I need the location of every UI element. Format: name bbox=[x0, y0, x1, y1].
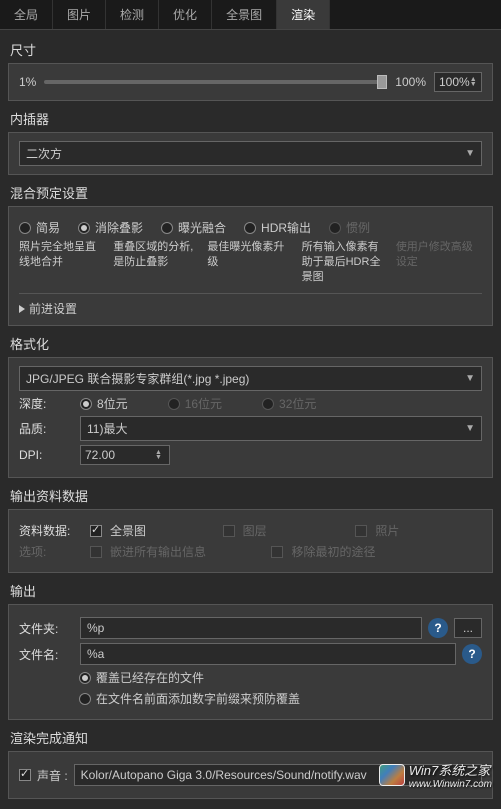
sound-checkbox[interactable] bbox=[19, 769, 31, 781]
check-panorama[interactable]: 全景图 bbox=[90, 522, 217, 539]
chevron-down-icon: ▼ bbox=[465, 423, 475, 434]
blend-opt-simple[interactable]: 简易 bbox=[19, 219, 60, 236]
quality-label: 品质: bbox=[19, 420, 74, 437]
blend-opt-custom: 惯例 bbox=[329, 219, 370, 236]
blend-panel: 简易 消除叠影 曝光融合 HDR输出 惯例 照片完全地呈直线地合并 重叠区域的分… bbox=[8, 206, 493, 326]
size-panel: 1% 100% 100% ▲▼ bbox=[8, 63, 493, 101]
size-min: 1% bbox=[19, 75, 36, 89]
data-label: 资料数据: bbox=[19, 522, 84, 539]
format-title: 格式化 bbox=[8, 328, 493, 357]
filename-help-icon[interactable]: ? bbox=[462, 644, 482, 664]
size-max: 100% bbox=[395, 75, 426, 89]
size-slider[interactable] bbox=[44, 80, 387, 84]
dpi-label: DPI: bbox=[19, 448, 74, 462]
folder-field[interactable]: %p bbox=[80, 617, 422, 639]
tab-bar: 全局 图片 检测 优化 全景图 渲染 bbox=[0, 0, 501, 30]
output-title: 输出 bbox=[8, 575, 493, 604]
chevron-down-icon: ▼ bbox=[465, 148, 475, 159]
blend-desc-1: 重叠区域的分析, 是防止叠影 bbox=[113, 240, 199, 285]
check-photos: 照片 bbox=[355, 522, 482, 539]
blend-title: 混合预定设置 bbox=[8, 177, 493, 206]
blend-desc-0: 照片完全地呈直线地合并 bbox=[19, 240, 105, 285]
blend-opt-hdr[interactable]: HDR输出 bbox=[244, 219, 311, 236]
options-label: 选项: bbox=[19, 543, 84, 560]
interp-panel: 二次方▼ bbox=[8, 132, 493, 175]
filename-label: 文件名: bbox=[19, 646, 74, 663]
tab-panorama[interactable]: 全景图 bbox=[212, 0, 277, 29]
check-embed: 嵌进所有输出信息 bbox=[90, 543, 265, 560]
blend-opt-antighost[interactable]: 消除叠影 bbox=[78, 219, 143, 236]
notify-panel: 声音 : Kolor/Autopano Giga 3.0/Resources/S… bbox=[8, 751, 493, 799]
watermark: Win7系统之家 www.Winwin7.com bbox=[379, 760, 492, 790]
tab-image[interactable]: 图片 bbox=[53, 0, 106, 29]
tab-detect[interactable]: 检测 bbox=[106, 0, 159, 29]
depth-8[interactable]: 8位元 bbox=[80, 395, 128, 412]
triangle-right-icon bbox=[19, 305, 25, 313]
folder-help-icon[interactable]: ? bbox=[428, 618, 448, 638]
opt-overwrite[interactable]: 覆盖已经存在的文件 bbox=[79, 669, 204, 686]
outputdata-panel: 资料数据: 全景图 图层 照片 选项: 嵌进所有输出信息 移除最初的途径 bbox=[8, 509, 493, 573]
depth-16: 16位元 bbox=[168, 395, 222, 412]
chevron-down-icon: ▼ bbox=[465, 373, 475, 384]
folder-browse-button[interactable]: ... bbox=[454, 618, 482, 638]
interp-select[interactable]: 二次方▼ bbox=[19, 141, 482, 166]
output-panel: 文件夹: %p ? ... 文件名: %a ? 覆盖已经存在的文件 在文件名前面… bbox=[8, 604, 493, 720]
windows-logo-icon bbox=[379, 764, 405, 786]
opt-prefix[interactable]: 在文件名前面添加数字前缀来预防覆盖 bbox=[79, 690, 300, 707]
blend-desc-3: 所有输入像素有助于最后HDR全景图 bbox=[302, 240, 388, 285]
check-layers: 图层 bbox=[223, 522, 350, 539]
blend-advanced[interactable]: 前进设置 bbox=[19, 302, 77, 316]
sound-label: 声音 : bbox=[37, 767, 68, 784]
blend-opt-exposure[interactable]: 曝光融合 bbox=[161, 219, 226, 236]
size-spinbox[interactable]: 100% ▲▼ bbox=[434, 72, 482, 92]
interp-title: 内插器 bbox=[8, 103, 493, 132]
folder-label: 文件夹: bbox=[19, 620, 74, 637]
size-title: 尺寸 bbox=[8, 34, 493, 63]
depth-32: 32位元 bbox=[262, 395, 316, 412]
notify-title: 渲染完成通知 bbox=[8, 722, 493, 751]
check-remove: 移除最初的途径 bbox=[271, 543, 482, 560]
blend-desc-2: 最佳曝光像素升级 bbox=[207, 240, 293, 285]
blend-desc-4: 使用户修改高级设定 bbox=[396, 240, 482, 285]
depth-label: 深度: bbox=[19, 395, 74, 412]
filename-field[interactable]: %a bbox=[80, 643, 456, 665]
format-panel: JPG/JPEG 联合摄影专家群组(*.jpg *.jpeg)▼ 深度: 8位元… bbox=[8, 357, 493, 478]
tab-global[interactable]: 全局 bbox=[0, 0, 53, 29]
dpi-spinbox[interactable]: 72.00 ▲▼ bbox=[80, 445, 170, 465]
tab-optimize[interactable]: 优化 bbox=[159, 0, 212, 29]
outputdata-title: 输出资料数据 bbox=[8, 480, 493, 509]
format-select[interactable]: JPG/JPEG 联合摄影专家群组(*.jpg *.jpeg)▼ bbox=[19, 366, 482, 391]
tab-render[interactable]: 渲染 bbox=[277, 0, 330, 29]
quality-select[interactable]: 11)最大▼ bbox=[80, 416, 482, 441]
